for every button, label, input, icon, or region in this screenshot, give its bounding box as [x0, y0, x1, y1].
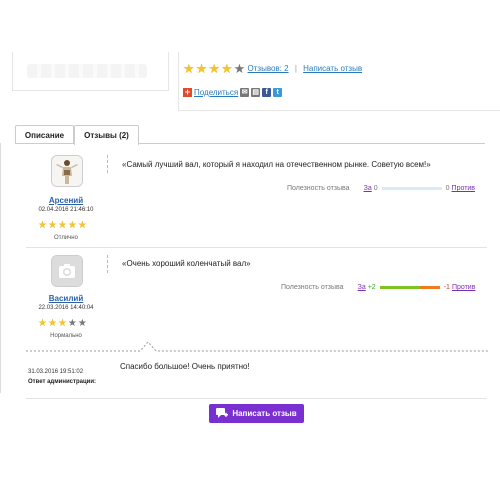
avatar	[51, 255, 83, 287]
review-verdict: Отлично	[54, 235, 78, 241]
plus-icon[interactable]: +	[183, 88, 192, 97]
review-author[interactable]: Василий	[26, 294, 106, 303]
write-review-button-label: Написать отзыв	[232, 409, 297, 418]
product-thumbnail	[12, 52, 169, 91]
tab-label: Отзывы (2)	[84, 131, 129, 140]
user-photo-icon	[52, 156, 82, 186]
usefulness-row: Полезность отзыва За +2 -1 Против	[281, 284, 475, 291]
panel-border	[0, 143, 4, 393]
review-divider	[26, 247, 487, 248]
star-icon: ★	[220, 61, 233, 76]
admin-reply-text: Спасибо большое! Очень приятно!	[120, 362, 250, 371]
star-icon: ★	[47, 318, 57, 329]
vote-against-link[interactable]: Против	[452, 284, 476, 291]
email-icon[interactable]: ✉	[240, 88, 250, 97]
separator	[107, 155, 108, 173]
write-review-link[interactable]: Написать отзыв	[303, 64, 362, 73]
star-icon: ★	[183, 61, 195, 76]
reply-bottom-divider	[26, 398, 487, 399]
review-date: 02.04.2016 21:46:10	[38, 207, 94, 213]
review-stars: ★ ★ ★ ★ ★	[38, 221, 87, 231]
against-count: 0	[445, 185, 450, 192]
star-icon: ★	[208, 61, 220, 76]
usefulness-bar	[379, 286, 440, 289]
admin-reply-label: Ответ администрации:	[28, 379, 97, 385]
product-rating-row: ★ ★ ★ ★ ★ Отзывов: 2 | Написать отзыв	[183, 61, 363, 76]
vote-against-link[interactable]: Против	[452, 185, 476, 192]
star-icon: ★	[195, 61, 208, 76]
reply-divider	[26, 341, 488, 352]
for-count: +2	[367, 284, 376, 291]
print-icon[interactable]: ▤	[251, 88, 261, 97]
usefulness-bar	[381, 187, 442, 190]
camera-placeholder-icon	[52, 256, 82, 286]
twitter-icon[interactable]: t	[273, 88, 283, 97]
review-stars: ★ ★ ★ ★ ★	[38, 319, 87, 329]
star-icon: ★	[38, 220, 47, 231]
review-text: «Самый лучший вал, который я находил на …	[122, 160, 431, 169]
usefulness-label: Полезность отзыва	[287, 185, 350, 192]
comment-add-icon	[216, 408, 229, 418]
vote-for-link[interactable]: За	[358, 284, 366, 291]
against-count: -1	[443, 284, 450, 291]
star-icon: ★	[77, 318, 87, 329]
usefulness-label: Полезность отзыва	[281, 284, 344, 291]
separator	[107, 255, 108, 273]
vote-for-link[interactable]: За	[364, 185, 372, 192]
star-icon: ★	[67, 220, 77, 231]
star-icon: ★	[67, 318, 77, 329]
admin-reply-date: 31.03.2016 19:51:02	[28, 369, 84, 375]
star-icon: ★	[47, 220, 57, 231]
usefulness-row: Полезность отзыва За 0 0 Против	[287, 185, 475, 192]
avatar	[51, 155, 83, 187]
facebook-icon[interactable]: f	[262, 88, 272, 97]
star-icon: ★	[77, 220, 87, 231]
share-row: + Поделиться ✉ ▤ f t	[183, 88, 283, 97]
star-icon: ★	[57, 220, 67, 231]
reviews-count-link[interactable]: Отзывов: 2	[248, 64, 289, 73]
review-author[interactable]: Арсений	[26, 196, 106, 205]
star-icon: ★	[57, 318, 67, 329]
review-date: 22.03.2016 14:40:04	[38, 305, 94, 311]
review-text: «Очень хороший коленчатый вал»	[122, 259, 251, 268]
write-review-button[interactable]: Написать отзыв	[209, 404, 304, 423]
tab-label: Описание	[24, 130, 65, 140]
tab-reviews[interactable]: Отзывы (2)	[74, 125, 139, 145]
star-icon: ★	[38, 318, 47, 329]
for-count: 0	[373, 185, 378, 192]
share-link[interactable]: Поделиться	[194, 88, 238, 97]
tab-description[interactable]: Описание	[15, 125, 74, 144]
star-icon: ★	[233, 61, 246, 76]
product-rating-stars: ★ ★ ★ ★ ★	[183, 61, 246, 76]
